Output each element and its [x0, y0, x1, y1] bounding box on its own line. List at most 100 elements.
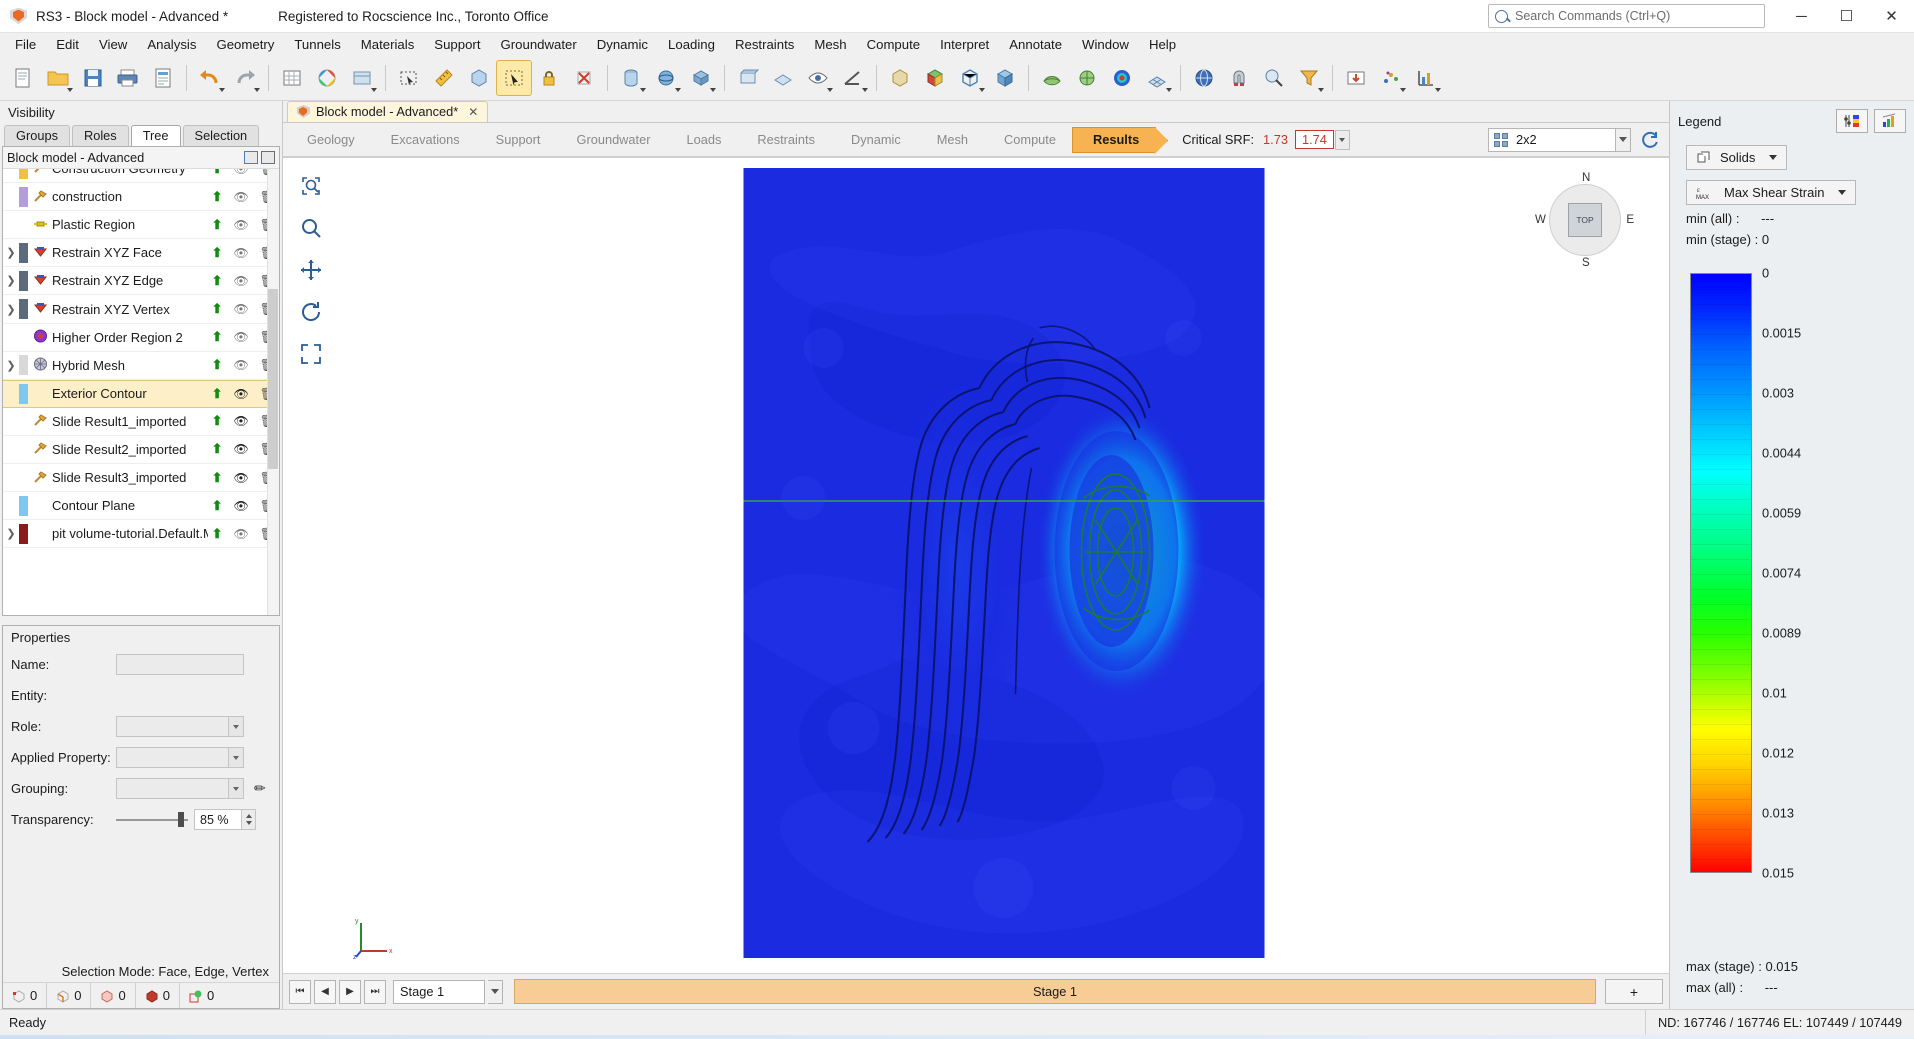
mesh-grid-button[interactable]: [1140, 61, 1174, 95]
tree-row[interactable]: Plastic Region⬆👁︎🗑: [3, 211, 279, 240]
zoom-icon[interactable]: [293, 210, 329, 246]
workflow-tab-excavations[interactable]: Excavations: [370, 126, 477, 153]
menu-tunnels[interactable]: Tunnels: [284, 35, 350, 54]
navigation-cube[interactable]: TOP N S E W: [1535, 172, 1634, 269]
transparency-stepper[interactable]: [242, 809, 256, 830]
contour-plot-button[interactable]: [1105, 61, 1139, 95]
expand-chevron-icon[interactable]: ❯: [3, 303, 19, 316]
tab-tree[interactable]: Tree: [130, 125, 181, 146]
collapse-all-icon[interactable]: [261, 151, 275, 164]
view-eye-button[interactable]: [801, 61, 835, 95]
pin-icon[interactable]: ⬆: [212, 413, 223, 429]
stage-select[interactable]: Stage 1: [393, 979, 485, 1004]
expand-chevron-icon[interactable]: ❯: [3, 527, 19, 540]
menu-interpret[interactable]: Interpret: [930, 35, 999, 54]
refresh-icon[interactable]: [1637, 127, 1663, 153]
menu-support[interactable]: Support: [424, 35, 490, 54]
hidden-eye-icon[interactable]: 👁︎: [234, 169, 249, 176]
nav-cube-face[interactable]: TOP: [1568, 203, 1602, 237]
export-data-button[interactable]: [1339, 61, 1373, 95]
workflow-tab-mesh[interactable]: Mesh: [916, 126, 986, 153]
page-setup-button[interactable]: [146, 61, 180, 95]
critical-srf-current[interactable]: 1.74: [1294, 130, 1334, 149]
hidden-eye-icon[interactable]: 👁︎: [234, 302, 249, 316]
globe-view-button[interactable]: [1187, 61, 1221, 95]
menu-mesh[interactable]: Mesh: [804, 35, 856, 54]
minimize-button[interactable]: ─: [1779, 0, 1824, 33]
hidden-eye-icon[interactable]: 👁︎: [234, 358, 249, 372]
visible-eye-icon[interactable]: 👁: [234, 471, 249, 485]
extrude-shape-button[interactable]: [684, 61, 718, 95]
menu-help[interactable]: Help: [1139, 35, 1186, 54]
menu-dynamic[interactable]: Dynamic: [587, 35, 658, 54]
axis-chart-button[interactable]: [1409, 61, 1443, 95]
solid-cylinder-button[interactable]: [614, 61, 648, 95]
menu-geometry[interactable]: Geometry: [206, 35, 284, 54]
view-angle-button[interactable]: [836, 61, 870, 95]
pin-icon[interactable]: ⬆: [212, 357, 223, 373]
tree-row[interactable]: Construction Geometry⬆👁︎🗑: [3, 169, 279, 184]
tree-row[interactable]: Slide Result2_imported⬆👁🗑: [3, 436, 279, 465]
pin-icon[interactable]: ⬆: [212, 301, 223, 317]
layout-select-dropdown[interactable]: [1616, 127, 1631, 152]
hidden-eye-icon[interactable]: 👁︎: [234, 218, 249, 232]
close-button[interactable]: ✕: [1869, 0, 1914, 33]
contour-options-icon[interactable]: [1874, 109, 1906, 133]
tree-scrollbar-thumb[interactable]: [268, 289, 278, 469]
tree-row[interactable]: ❯Restrain XYZ Edge⬆👁︎🗑: [3, 267, 279, 296]
close-icon[interactable]: ✕: [468, 105, 478, 119]
pin-icon[interactable]: ⬆: [212, 189, 223, 205]
hidden-eye-icon[interactable]: 👁︎: [234, 330, 249, 344]
search-input[interactable]: Search Commands (Ctrl+Q): [1488, 4, 1765, 28]
add-stage-button[interactable]: +: [1605, 979, 1663, 1004]
select-tool-button[interactable]: [496, 59, 532, 96]
transparency-slider[interactable]: [116, 810, 188, 829]
document-tab-block-model[interactable]: Block model - Advanced* ✕: [287, 101, 489, 122]
workflow-tab-groundwater[interactable]: Groundwater: [556, 126, 668, 153]
tree-row[interactable]: Slide Result3_imported⬆👁🗑: [3, 464, 279, 493]
menu-view[interactable]: View: [89, 35, 137, 54]
delete-selection-button[interactable]: [567, 61, 601, 95]
tree-row[interactable]: Exterior Contour⬆👁🗑: [3, 379, 279, 408]
tree-row[interactable]: ❯Restrain XYZ Face⬆👁︎🗑: [3, 239, 279, 268]
workflow-tab-restraints[interactable]: Restraints: [737, 126, 832, 153]
measure-ruler-button[interactable]: [427, 61, 461, 95]
menu-annotate[interactable]: Annotate: [999, 35, 1072, 54]
expand-all-icon[interactable]: [244, 151, 258, 164]
visible-eye-icon[interactable]: 👁: [234, 387, 249, 401]
undo-button[interactable]: [193, 61, 227, 95]
cube-materials-button[interactable]: [918, 61, 952, 95]
zoom-window-icon[interactable]: [293, 168, 329, 204]
stage-first-button[interactable]: ⏮: [289, 979, 311, 1004]
tree-scrollbar[interactable]: [267, 169, 279, 615]
tree-row[interactable]: ❯Restrain XYZ Vertex⬆👁︎🗑: [3, 295, 279, 324]
zoom-extents-icon[interactable]: [293, 336, 329, 372]
pin-icon[interactable]: ⬆: [212, 273, 223, 289]
tree-row[interactable]: Higher Order Region 2⬆👁︎🗑: [3, 324, 279, 352]
menu-window[interactable]: Window: [1072, 35, 1139, 54]
3d-viewport[interactable]: TOP N S E W y x z: [339, 158, 1669, 973]
pin-icon[interactable]: ⬆: [212, 169, 223, 177]
rotate-icon[interactable]: [293, 294, 329, 330]
legend-result-select[interactable]: ε MAX Max Shear Strain: [1686, 180, 1857, 205]
menu-groundwater[interactable]: Groundwater: [491, 35, 587, 54]
stage-prev-button[interactable]: ◀: [314, 979, 336, 1004]
layout-select[interactable]: 2x2: [1488, 127, 1616, 152]
visible-eye-icon[interactable]: 👁: [234, 414, 249, 428]
pin-icon[interactable]: ⬆: [212, 526, 223, 542]
pan-lock-button[interactable]: [532, 61, 566, 95]
open-folder-button[interactable]: [41, 61, 75, 95]
legend-mode-select[interactable]: Solids: [1686, 145, 1788, 170]
menu-compute[interactable]: Compute: [857, 35, 931, 54]
maximize-button[interactable]: ☐: [1824, 0, 1869, 33]
menu-analysis[interactable]: Analysis: [137, 35, 206, 54]
hidden-eye-icon[interactable]: 👁︎: [234, 527, 249, 541]
cube-solid-button[interactable]: [988, 61, 1022, 95]
magnet-tool-button[interactable]: [1222, 61, 1256, 95]
tab-roles[interactable]: Roles: [71, 125, 129, 146]
mesh-sphere-button[interactable]: [1070, 61, 1104, 95]
pan-icon[interactable]: [293, 252, 329, 288]
tree-row[interactable]: ❯Hybrid Mesh⬆👁︎🗑: [3, 352, 279, 380]
redo-button[interactable]: [228, 61, 262, 95]
mesh-surface-button[interactable]: [1035, 61, 1069, 95]
